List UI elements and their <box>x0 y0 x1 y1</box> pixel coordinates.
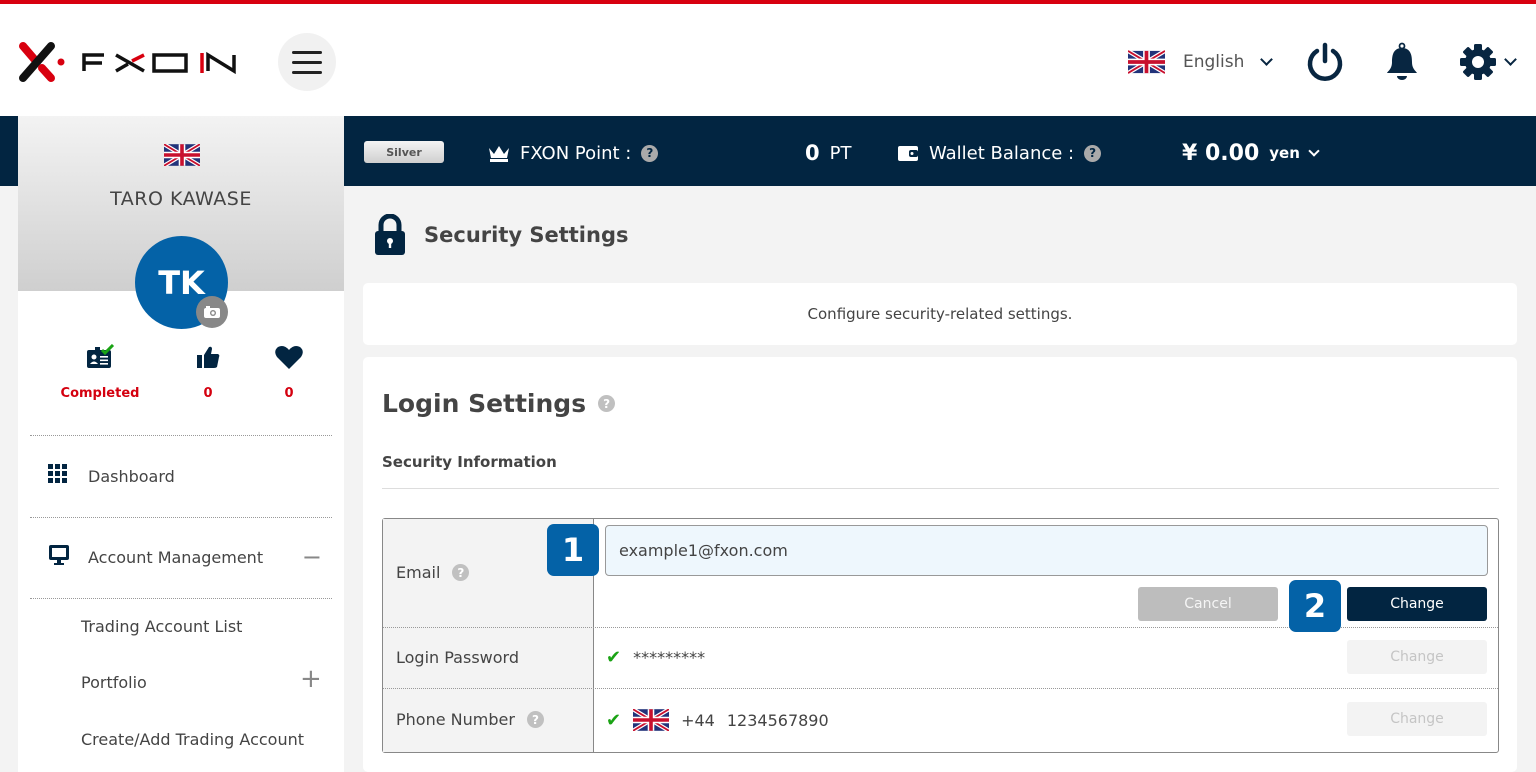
login-settings-card: Login Settings ? Security Information Em… <box>363 357 1517 772</box>
login-password-label-text: Login Password <box>396 648 519 667</box>
email-label: Email ? <box>396 563 470 582</box>
user-name: TARO KAWASE <box>110 188 252 210</box>
change-photo-button[interactable] <box>196 296 228 328</box>
power-icon[interactable] <box>1305 42 1345 82</box>
uk-flag-icon <box>164 144 200 166</box>
country-code: +44 <box>681 710 715 730</box>
page-title-text: Security Settings <box>424 223 629 247</box>
id-card-check-icon <box>87 343 115 368</box>
camera-icon <box>204 306 220 318</box>
crown-icon <box>489 146 509 162</box>
verification-status-value: Completed <box>60 386 140 401</box>
chevron-down-icon <box>1260 53 1274 66</box>
step-badge-1: 1 <box>547 524 599 576</box>
rank-badge: Silver <box>364 141 444 163</box>
wallet-currency: yen <box>1269 144 1300 162</box>
help-icon[interactable]: ? <box>598 395 616 412</box>
help-icon[interactable]: ? <box>526 711 544 728</box>
security-info-table: Email ? 1 Cancel 2 Change Login Password… <box>382 518 1499 753</box>
divider <box>30 517 332 518</box>
change-phone-button[interactable]: Change <box>1347 702 1487 736</box>
chevron-down-icon <box>1308 144 1320 157</box>
verification-status[interactable]: Completed <box>50 343 150 401</box>
sidebar-subitem-create-add-trading-account[interactable]: Create/Add Trading Account <box>81 730 304 749</box>
check-icon: ✔ <box>606 647 622 668</box>
step-badge-2: 2 <box>1289 580 1341 632</box>
change-password-button[interactable]: Change <box>1347 640 1487 674</box>
sidebar-subitem-trading-account-list[interactable]: Trading Account List <box>81 617 242 636</box>
login-password-value: ✔ ********* <box>606 647 705 668</box>
gear-icon <box>1460 44 1496 80</box>
bell-icon[interactable] <box>1382 42 1422 82</box>
top-header: English <box>0 0 1536 116</box>
sidebar-item-account-management[interactable]: Account Management − <box>30 537 332 577</box>
lock-icon <box>375 214 405 255</box>
help-icon[interactable]: ? <box>641 144 659 162</box>
login-password-label: Login Password <box>396 648 519 667</box>
sidebar-item-label: Dashboard <box>88 466 175 486</box>
uk-flag-icon <box>1128 50 1165 74</box>
fxon-point-label: FXON Point : <box>520 142 632 164</box>
chevron-down-icon <box>1504 53 1517 66</box>
favorites-count[interactable]: 0 <box>239 344 339 401</box>
fxon-point-value-group: 0 PT <box>805 140 851 166</box>
heart-icon <box>275 346 303 369</box>
menu-toggle-button[interactable] <box>278 33 336 91</box>
wallet-balance-dropdown[interactable]: ¥ 0.00 yen <box>1182 140 1320 166</box>
change-email-button[interactable]: Change <box>1347 587 1487 621</box>
hamburger-icon-bar <box>292 70 322 74</box>
fxon-point-label-group: FXON Point : ? <box>488 140 659 166</box>
page-description: Configure security-related settings. <box>363 283 1517 345</box>
phone-number: 1234567890 <box>726 710 829 730</box>
sidebar-subitem-portfolio[interactable]: Portfolio <box>81 673 147 692</box>
uk-flag-icon <box>633 709 670 731</box>
wallet-balance-value: ¥ 0.00 <box>1182 140 1260 166</box>
divider <box>30 598 332 599</box>
phone-number-value: ✔ +44 1234567890 <box>606 709 829 731</box>
wallet-icon <box>898 146 918 161</box>
monitor-icon <box>49 545 69 565</box>
fxon-point-value: 0 <box>805 141 820 165</box>
divider <box>382 488 1499 489</box>
cancel-button[interactable]: Cancel <box>1138 587 1278 621</box>
email-label-text: Email <box>396 563 441 582</box>
hamburger-icon-bar <box>292 60 322 64</box>
sidebar: TARO KAWASE TK Completed 0 0 Dashboard A… <box>18 116 344 772</box>
section-title-text: Login Settings <box>382 389 587 418</box>
help-icon[interactable]: ? <box>1084 144 1102 162</box>
thumbs-up-icon <box>197 346 220 368</box>
wallet-label-group: Wallet Balance : ? <box>897 140 1102 166</box>
description-text: Configure security-related settings. <box>807 305 1073 323</box>
collapse-icon[interactable]: − <box>302 543 322 571</box>
check-icon: ✔ <box>606 709 622 731</box>
grid-icon <box>48 464 67 483</box>
fxon-point-unit: PT <box>829 142 852 164</box>
expand-icon[interactable]: + <box>300 664 322 694</box>
user-stats: Completed 0 0 <box>18 343 344 404</box>
subsection-title: Security Information <box>382 453 557 471</box>
sidebar-item-dashboard[interactable]: Dashboard <box>30 456 332 496</box>
help-icon[interactable]: ? <box>452 564 470 581</box>
email-input[interactable] <box>605 525 1488 576</box>
settings-menu[interactable] <box>1458 42 1517 82</box>
page-title: Security Settings <box>374 214 628 256</box>
section-title: Login Settings ? <box>382 389 616 418</box>
hamburger-icon-bar <box>292 50 322 54</box>
phone-number-label: Phone Number ? <box>396 710 544 729</box>
wallet-balance-label: Wallet Balance : <box>929 142 1075 164</box>
fxon-logo[interactable] <box>18 40 238 84</box>
favorites-value: 0 <box>284 386 294 401</box>
language-selector[interactable]: English <box>1128 48 1274 76</box>
language-label: English <box>1183 52 1245 72</box>
sidebar-item-label: Account Management <box>88 547 264 567</box>
row-divider <box>383 688 1498 689</box>
password-mask: ********* <box>633 648 706 667</box>
phone-number-label-text: Phone Number <box>396 710 515 729</box>
divider <box>30 435 332 436</box>
